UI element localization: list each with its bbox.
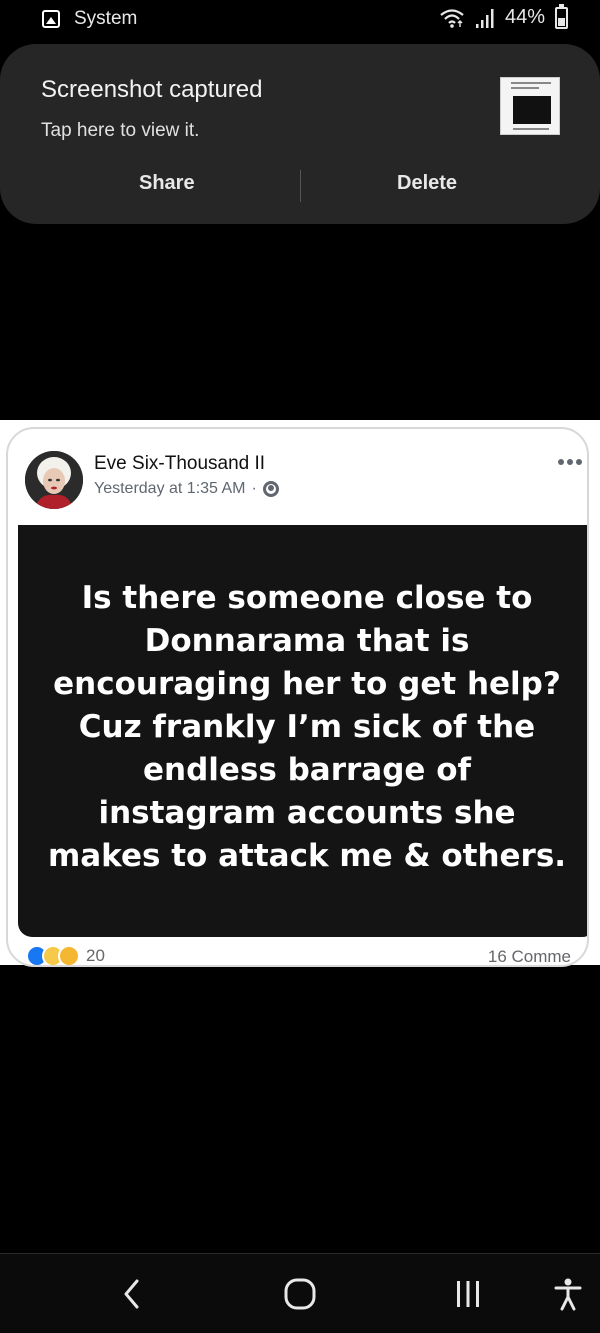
wifi-icon bbox=[440, 8, 464, 28]
navigation-bar bbox=[0, 1253, 600, 1333]
recents-icon bbox=[457, 1281, 479, 1307]
notification-actions: Share Delete bbox=[0, 166, 600, 204]
poster-name[interactable]: Eve Six-Thousand II bbox=[94, 453, 265, 475]
post-text: Is there someone close to Donnarama that … bbox=[18, 577, 587, 878]
signal-icon bbox=[475, 8, 494, 28]
home-icon bbox=[284, 1278, 316, 1310]
back-button[interactable] bbox=[110, 1274, 154, 1314]
screenshot-thumbnail[interactable] bbox=[500, 77, 560, 135]
battery-percent: 44% bbox=[504, 6, 545, 28]
post-text-line: instagram accounts she bbox=[98, 795, 516, 831]
status-left: System bbox=[42, 8, 137, 30]
battery-icon bbox=[555, 3, 568, 29]
comments-count[interactable]: 16 Comme bbox=[488, 947, 571, 965]
status-bar: System 44% bbox=[0, 0, 600, 40]
post-screenshot: Eve Six-Thousand II Yesterday at 1:35 AM… bbox=[0, 420, 600, 967]
sad-reaction-icon bbox=[58, 945, 80, 965]
notification-title: Screenshot captured bbox=[41, 76, 263, 103]
notification-subtitle: Tap here to view it. bbox=[41, 120, 200, 141]
home-button[interactable] bbox=[278, 1274, 322, 1314]
post-text-line: Is there someone close to bbox=[81, 580, 533, 616]
battery-fill bbox=[558, 17, 565, 26]
status-app-name: System bbox=[74, 8, 138, 29]
delete-button[interactable]: Delete bbox=[397, 172, 457, 195]
more-options-icon[interactable] bbox=[558, 459, 582, 465]
avatar[interactable] bbox=[25, 451, 83, 509]
back-icon bbox=[124, 1279, 139, 1309]
share-button[interactable]: Share bbox=[139, 172, 195, 195]
reactions-summary[interactable]: 20 bbox=[26, 945, 105, 965]
actions-divider bbox=[300, 170, 301, 202]
post-text-line: makes to attack me & others. bbox=[47, 838, 567, 874]
post-card: Eve Six-Thousand II Yesterday at 1:35 AM… bbox=[6, 427, 589, 967]
globe-icon bbox=[262, 481, 279, 497]
post-text-line: encouraging her to get help? bbox=[53, 666, 561, 702]
post-text-line: endless barrage of bbox=[142, 752, 472, 788]
status-right: 44% bbox=[439, 3, 568, 29]
recents-button[interactable] bbox=[446, 1274, 490, 1314]
accessibility-button[interactable] bbox=[546, 1274, 590, 1314]
post-text-background: Is there someone close to Donnarama that … bbox=[18, 525, 587, 937]
image-icon bbox=[42, 10, 60, 28]
post-text-line: Donnarama that is bbox=[144, 623, 470, 659]
screenshot-notification[interactable]: Screenshot captured Tap here to view it.… bbox=[0, 44, 600, 224]
meta-separator: · bbox=[251, 480, 257, 497]
reaction-count: 20 bbox=[86, 946, 105, 965]
accessibility-icon bbox=[554, 1278, 582, 1311]
post-meta: Yesterday at 1:35 AM · bbox=[94, 480, 279, 498]
post-time[interactable]: Yesterday at 1:35 AM bbox=[94, 480, 246, 498]
post-text-line: Cuz frankly I’m sick of the bbox=[78, 709, 536, 745]
